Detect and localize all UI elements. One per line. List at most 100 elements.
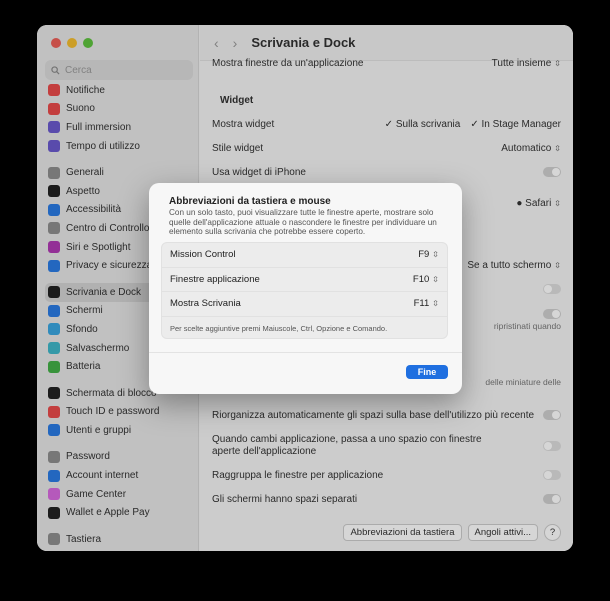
sidebar-item-utenti-e-gruppi[interactable]: Utenti e gruppi (45, 421, 193, 440)
sidebar-item-label: Privacy e sicurezza (66, 260, 153, 272)
shortcut-label: Finestre applicazione (170, 273, 260, 285)
updown-icon: ⇳ (554, 58, 561, 68)
moon-icon (48, 121, 60, 134)
sidebar-item-account-internet[interactable]: Account internet (45, 466, 193, 485)
wallet-icon (48, 506, 60, 519)
updown-icon: ⇳ (554, 260, 561, 270)
group-windows-toggle[interactable] (543, 470, 561, 480)
search-placeholder: Cerca (65, 64, 92, 76)
zoom-button[interactable] (83, 38, 93, 48)
switch-app-row: Quando cambi applicazione, passa a uno s… (212, 431, 561, 461)
sidebar-item-label: Notifiche (66, 84, 105, 96)
sidebar-item-generali[interactable]: Generali (45, 163, 193, 182)
search-input[interactable]: Cerca (45, 60, 193, 80)
separate-spaces-label: Gli schermi hanno spazi separati (212, 493, 358, 505)
browser-select[interactable]: ● Safari ⇳ (516, 198, 561, 209)
screensaver-icon (48, 342, 60, 355)
bottom-buttons: Abbreviazioni da tastiera Angoli attivi.… (212, 520, 561, 544)
shortcut-value: F9 (418, 249, 430, 261)
minimize-button[interactable] (67, 38, 77, 48)
sidebar-item-tastiera[interactable]: Tastiera (45, 530, 193, 549)
windows-select[interactable]: Tutte insieme ⇳ (492, 58, 561, 69)
shortcut-select[interactable]: F9 ⇳ (418, 249, 439, 260)
switch-app-toggle[interactable] (543, 441, 561, 451)
group-windows-row: Raggruppa le finestre per applicazione (212, 463, 561, 487)
sidebar-separator (45, 522, 193, 530)
key-icon (48, 450, 60, 463)
rearrange-label: Riorganizza automaticamente gli spazi su… (212, 409, 535, 421)
switch-app-label: Quando cambi applicazione, passa a uno s… (212, 434, 482, 457)
sidebar-separator (45, 155, 193, 163)
fullscreen-value: Se a tutto schermo (467, 259, 552, 271)
widget-desktop-checkbox[interactable]: ✓ Sulla scrivania (385, 119, 461, 130)
appearance-icon (48, 185, 60, 198)
sidebar-item-notifiche[interactable]: Notifiche (45, 81, 193, 100)
windows-row: Mostra finestre da un'applicazione Tutte… (212, 51, 561, 75)
sidebar-item-label: Scrivania e Dock (66, 286, 142, 298)
widget-stage-checkbox[interactable]: ✓ In Stage Manager (470, 119, 561, 130)
updown-icon: ⇳ (554, 143, 561, 153)
hand-icon (48, 259, 60, 272)
close-button[interactable] (51, 38, 61, 48)
battery-icon (48, 360, 60, 373)
sidebar-item-label: Schermi (66, 305, 103, 317)
iphone-widget-toggle[interactable] (543, 167, 561, 177)
shortcuts-button[interactable]: Abbreviazioni da tastiera (343, 523, 462, 541)
control-center-icon (48, 222, 60, 235)
fullscreen-select[interactable]: Se a tutto schermo ⇳ (467, 260, 561, 271)
separate-spaces-row: Gli schermi hanno spazi separati (212, 487, 561, 511)
fingerprint-icon (48, 405, 60, 418)
widget-section-title: Widget (220, 95, 254, 106)
sidebar-item-touch-id-e-password[interactable]: Touch ID e password (45, 403, 193, 422)
sidebar-item-suono[interactable]: Suono (45, 100, 193, 119)
shortcut-select[interactable]: F10 ⇳ (413, 274, 439, 285)
back-icon[interactable]: ‹ (214, 35, 219, 51)
sidebar-item-game-center[interactable]: Game Center (45, 485, 193, 504)
sidebar-item-full-immersion[interactable]: Full immersion (45, 118, 193, 137)
widget-style-label: Stile widget (212, 142, 264, 154)
widget-style-select[interactable]: Automatico ⇳ (501, 143, 561, 154)
widget-stage-label: In Stage Manager (481, 118, 562, 130)
sidebar-item-label: Touch ID e password (66, 406, 160, 418)
widget-style-row: Stile widget Automatico ⇳ (212, 136, 561, 160)
dock-icon (48, 286, 60, 299)
sidebar-item-label: Utenti e gruppi (66, 424, 132, 436)
sidebar-item-label: Schermata di blocco (66, 387, 157, 399)
updown-icon: ⇳ (432, 250, 439, 260)
widget-style-value: Automatico (501, 142, 552, 154)
page-title: Scrivania e Dock (251, 35, 356, 50)
hot-corners-button[interactable]: Angoli attivi... (467, 523, 538, 541)
search-icon (51, 65, 60, 75)
shortcut-row-show-desktop: Mostra Scrivania F11 ⇳ (162, 292, 447, 317)
shortcut-row-app-windows: Finestre applicazione F10 ⇳ (162, 268, 447, 292)
help-button[interactable]: ? (544, 523, 561, 541)
shortcut-row-mission-control: Mission Control F9 ⇳ (162, 243, 447, 268)
restore-text: ripristinati quando (493, 321, 561, 331)
done-button[interactable]: Fine (406, 365, 448, 379)
windows-row-label: Mostra finestre da un'applicazione (212, 57, 364, 69)
game-center-icon (48, 488, 60, 501)
dialog-description: Con un solo tasto, puoi visualizzare tut… (169, 208, 437, 237)
toggle-a[interactable] (543, 284, 561, 294)
bell-icon (48, 84, 60, 97)
sidebar-separator (45, 440, 193, 448)
sidebar-item-label: Suono (66, 103, 95, 115)
sidebar-item-label: Siri e Spotlight (66, 241, 131, 253)
group-windows-label: Raggruppa le finestre per applicazione (212, 469, 384, 481)
separate-spaces-toggle[interactable] (543, 494, 561, 504)
iphone-widget-label: Usa widget di iPhone (212, 166, 306, 178)
shortcuts-dialog: Abbreviazioni da tastiera e mouse Con un… (149, 183, 462, 394)
rearrange-toggle[interactable] (543, 410, 561, 420)
show-widget-label: Mostra widget (212, 118, 275, 130)
browser-value: Safari (525, 197, 552, 209)
sidebar-item-password[interactable]: Password (45, 448, 193, 467)
forward-icon[interactable]: › (233, 35, 238, 51)
rearrange-row: Riorganizza automaticamente gli spazi su… (212, 403, 561, 427)
accessibility-icon (48, 203, 60, 216)
sidebar-item-label: Generali (66, 167, 104, 179)
sidebar-item-wallet-e-apple-pay[interactable]: Wallet e Apple Pay (45, 503, 193, 522)
sidebar-item-tempo-di-utilizzo[interactable]: Tempo di utilizzo (45, 137, 193, 156)
lock-screen-icon (48, 387, 60, 400)
shortcut-select[interactable]: F11 ⇳ (414, 298, 439, 309)
keyboard-icon (48, 533, 60, 546)
